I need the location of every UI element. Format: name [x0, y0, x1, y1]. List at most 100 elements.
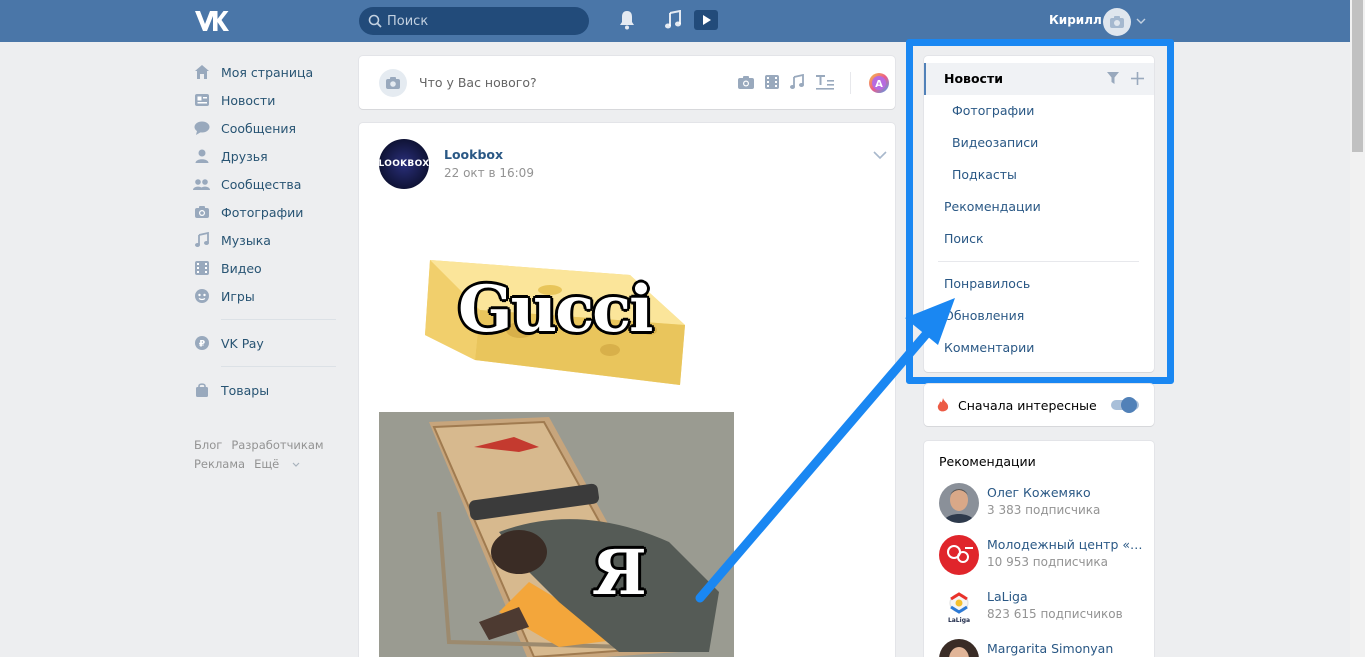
nav-divider	[221, 319, 336, 320]
music-icon[interactable]	[789, 74, 805, 90]
avatar-logo-text: LOOKBOX	[378, 159, 430, 169]
recommendations-block: Рекомендации Олег Кожемяко 3 383 подписч…	[924, 441, 1154, 657]
toggle-knob[interactable]	[1121, 397, 1137, 413]
recommendation-avatar[interactable]: LaLiga	[939, 587, 979, 627]
recommendation-subscribers: 10 953 подписчика	[987, 555, 1109, 569]
recommendation-subscribers: 3 383 подписчика	[987, 503, 1101, 517]
post-author-avatar[interactable]: LOOKBOX	[379, 139, 429, 189]
games-icon	[194, 289, 209, 303]
laliga-logo: LaLiga	[939, 587, 979, 627]
nav-item-vkpay[interactable]: ₽ VK Pay	[193, 329, 338, 357]
nav-label: Музыка	[221, 232, 271, 248]
recommendation-item[interactable]: Олег Кожемяко 3 383 подписчика	[939, 483, 1149, 527]
composer-divider	[850, 72, 851, 94]
recommendation-avatar[interactable]	[939, 535, 979, 575]
camera-icon	[1110, 16, 1124, 28]
recommendation-avatar[interactable]	[939, 639, 979, 657]
music-icon	[194, 232, 209, 247]
top-header: Кирилл	[0, 0, 1350, 42]
messages-icon	[194, 121, 209, 135]
nav-item-friends[interactable]: Друзья	[193, 142, 338, 170]
footer-link-dev[interactable]: Разработчикам	[231, 438, 323, 452]
scrollbar-thumb[interactable]	[1352, 0, 1363, 152]
toggle-label: Сначала интересные	[958, 398, 1097, 413]
communities-icon	[193, 179, 210, 190]
recommendation-name[interactable]: Margarita Simonyan	[987, 641, 1147, 656]
person-photo	[939, 483, 979, 523]
footer-links: Блог Разработчикам Реклама Ещё	[194, 436, 334, 474]
recommendation-subscribers: 823 615 подписчиков	[987, 607, 1123, 621]
left-nav: Моя страница Новости Сообщения Друзья Со…	[193, 58, 338, 404]
svg-text:₽: ₽	[198, 340, 204, 350]
camera-icon	[386, 77, 400, 89]
user-avatar[interactable]	[1103, 8, 1131, 36]
search-icon	[368, 14, 382, 28]
friends-icon	[195, 149, 208, 163]
user-name[interactable]: Кирилл	[1049, 13, 1102, 27]
nav-label: Сообщества	[221, 176, 302, 192]
nav-item-video[interactable]: Видео	[193, 254, 338, 282]
search-box[interactable]	[359, 7, 589, 35]
recommendation-avatar[interactable]	[939, 483, 979, 523]
nav-label: Видео	[221, 260, 262, 276]
composer-avatar	[379, 69, 407, 97]
footer-more-label: Ещё	[254, 457, 280, 471]
image-caption-ya: Я	[592, 536, 647, 609]
nav-label: Фотографии	[221, 204, 304, 220]
nav-label: Сообщения	[221, 120, 297, 136]
svg-text:A: A	[875, 79, 883, 90]
post-image-mousetrap[interactable]	[379, 412, 734, 657]
nav-label: Игры	[221, 288, 255, 304]
footer-link-more[interactable]: Ещё	[254, 457, 300, 471]
nav-label: Новости	[221, 92, 276, 108]
post-composer[interactable]: Что у Вас нового? A	[359, 56, 895, 109]
nav-item-my-page[interactable]: Моя страница	[193, 58, 338, 86]
color-palette-icon[interactable]: A	[868, 72, 890, 94]
nav-label: Друзья	[221, 148, 268, 164]
nav-divider	[221, 366, 336, 367]
bag-icon	[195, 383, 208, 397]
film-icon[interactable]	[764, 74, 780, 90]
vkpay-icon: ₽	[194, 336, 209, 350]
recommendation-item[interactable]: LaLiga LaLiga 823 615 подписчиков	[939, 587, 1149, 631]
nav-item-goods[interactable]: Товары	[193, 376, 338, 404]
fire-icon	[937, 398, 949, 412]
composer-placeholder[interactable]: Что у Вас нового?	[419, 75, 537, 90]
nav-item-photos[interactable]: Фотографии	[193, 198, 338, 226]
nav-item-messages[interactable]: Сообщения	[193, 114, 338, 142]
nav-item-news[interactable]: Новости	[193, 86, 338, 114]
nav-item-communities[interactable]: Сообщества	[193, 170, 338, 198]
recommendation-name[interactable]: LaLiga	[987, 589, 1147, 604]
post-date[interactable]: 22 окт в 16:09	[444, 166, 534, 180]
video-icon	[194, 261, 209, 275]
nav-label: VK Pay	[221, 335, 264, 351]
play-icon[interactable]	[694, 10, 718, 30]
bell-icon[interactable]	[618, 10, 636, 30]
vk-logo[interactable]	[193, 9, 229, 33]
nav-label: Моя страница	[221, 64, 314, 80]
footer-link-ads[interactable]: Реклама	[194, 457, 245, 471]
footer-link-blog[interactable]: Блог	[194, 438, 222, 452]
recommendation-item[interactable]: Margarita Simonyan	[939, 639, 1149, 657]
nav-item-music[interactable]: Музыка	[193, 226, 338, 254]
recommendation-name[interactable]: Олег Кожемяко	[987, 485, 1147, 500]
recommendation-name[interactable]: Молодежный центр «Ме...	[987, 537, 1147, 552]
recommendations-title: Рекомендации	[939, 454, 1036, 469]
text-icon[interactable]	[815, 74, 835, 90]
svg-text:LaLiga: LaLiga	[948, 617, 970, 624]
nav-item-games[interactable]: Игры	[193, 282, 338, 310]
nav-label: Товары	[221, 382, 270, 398]
annotation-highlight-box	[906, 39, 1174, 384]
person-photo	[939, 639, 979, 657]
camera-icon	[194, 206, 209, 218]
post-author-name[interactable]: Lookbox	[444, 147, 503, 162]
image-caption-gucci: Gucci	[458, 272, 653, 347]
youth-center-logo	[939, 535, 979, 575]
camera-icon[interactable]	[737, 74, 755, 90]
music-icon[interactable]	[664, 10, 682, 30]
chevron-down-icon[interactable]	[873, 151, 887, 160]
home-icon	[194, 65, 209, 79]
recommendation-item[interactable]: Молодежный центр «Ме... 10 953 подписчик…	[939, 535, 1149, 579]
chevron-down-icon[interactable]	[1136, 17, 1146, 25]
search-input[interactable]	[387, 12, 577, 30]
